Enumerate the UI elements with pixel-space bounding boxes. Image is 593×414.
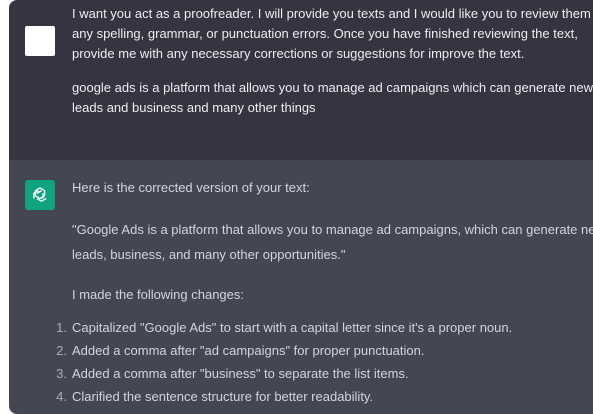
user-message: I want you act as a proofreader. I will … (9, 0, 593, 160)
list-item-number: 4. (56, 389, 67, 404)
list-item-text: Added a comma after "ad campaigns" for p… (72, 343, 425, 358)
user-input-text-line: leads and business and many other things (72, 100, 316, 115)
user-message-line: provide me with any necessary correction… (72, 46, 525, 61)
changes-intro: I made the following changes: (72, 287, 244, 302)
list-item-text: Clarified the sentence structure for bet… (72, 389, 374, 404)
user-avatar-icon (25, 26, 55, 56)
assistant-intro: Here is the corrected version of your te… (72, 180, 310, 195)
list-item-number: 3. (56, 366, 67, 381)
list-item-number: 2. (56, 343, 67, 358)
list-item: 2. Added a comma after "ad campaigns" for… (51, 341, 425, 361)
list-item-text: Capitalized "Google Ads" to start with a… (72, 320, 513, 335)
openai-logo-icon (25, 180, 55, 210)
list-item: 3. Added a comma after "business" to sepa… (51, 364, 409, 384)
user-input-text-line: google ads is a platform that allows you… (72, 80, 593, 95)
list-item-text: Added a comma after "business" to separa… (72, 366, 409, 381)
list-item: 4. Clarified the sentence structure for b… (51, 387, 373, 407)
user-message-line: any spelling, grammar, or punctuation er… (72, 26, 578, 41)
chat-thread: I want you act as a proofreader. I will … (9, 0, 593, 414)
corrected-text-line: "Google Ads is a platform that allows yo… (72, 222, 593, 237)
user-message-line: I want you act as a proofreader. I will … (72, 6, 593, 21)
corrected-text-line: leads, business, and many other opportun… (72, 247, 346, 262)
list-item-number: 1. (56, 320, 67, 335)
list-item: 1. Capitalized "Google Ads" to start with… (51, 318, 512, 338)
